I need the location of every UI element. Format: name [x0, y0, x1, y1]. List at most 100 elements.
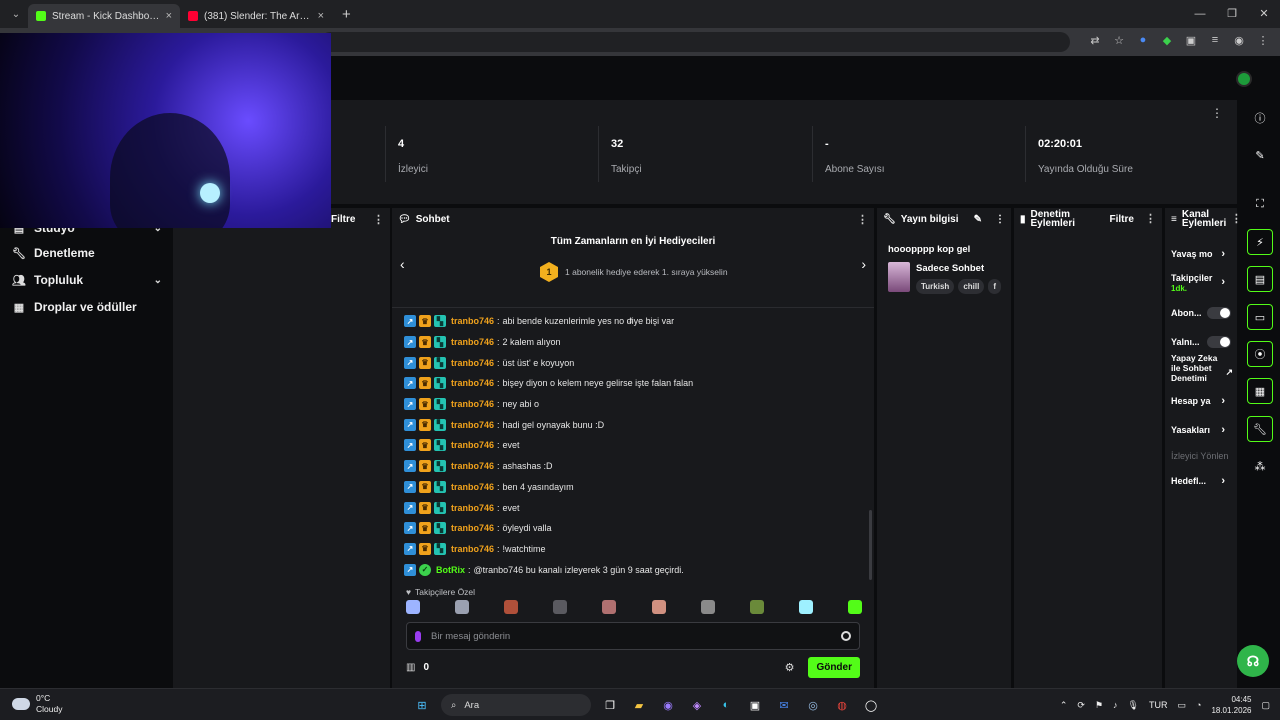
gear-icon[interactable]: ⚙: [785, 661, 795, 674]
stats-menu-icon[interactable]: ⋮: [1211, 106, 1223, 120]
chat-username[interactable]: tranbo746: [451, 399, 494, 409]
extensions-puzzle-icon[interactable]: ▣: [1184, 33, 1198, 47]
volume-icon[interactable]: ♪: [1113, 700, 1118, 710]
emote-icon[interactable]: [651, 600, 666, 614]
emote-icon[interactable]: [749, 600, 764, 614]
emote-icon[interactable]: [602, 600, 617, 614]
layout-icon[interactable]: ▦: [1247, 378, 1273, 404]
chat-username[interactable]: tranbo746: [451, 523, 494, 533]
file-explorer-icon[interactable]: ▰: [629, 695, 649, 715]
wrench-icon[interactable]: 🔧︎: [1247, 416, 1273, 442]
windows-start-icon[interactable]: ⊞: [412, 695, 432, 715]
panel-menu-icon[interactable]: ⋮: [1145, 213, 1156, 224]
chat-scrollbar[interactable]: [869, 510, 872, 580]
reading-list-icon[interactable]: ≡: [1208, 33, 1222, 47]
address-field[interactable]: [320, 32, 1070, 52]
tab-youtube[interactable]: (381) Slender: The Arrival - İlk K ×: [180, 4, 332, 28]
bookmark-star-icon[interactable]: ☆: [1112, 33, 1126, 47]
toggle-switch[interactable]: [1207, 307, 1231, 319]
emote-icon[interactable]: [455, 600, 470, 614]
obs-icon[interactable]: ◯: [861, 695, 881, 715]
chat-username[interactable]: tranbo746: [451, 420, 494, 430]
chat-username[interactable]: tranbo746: [451, 482, 494, 492]
chat-username[interactable]: tranbo746: [451, 337, 494, 347]
edge-icon[interactable]: ◐: [716, 695, 736, 715]
language-indicator[interactable]: TUR: [1149, 700, 1168, 710]
tab-search-icon[interactable]: ⌄: [4, 4, 28, 24]
clock[interactable]: 04:45 18.01.2026: [1211, 694, 1251, 716]
action-bans[interactable]: Yasakları ›: [1171, 425, 1233, 436]
extension-blue-icon[interactable]: ●: [1136, 33, 1150, 47]
tab-close-icon[interactable]: ×: [318, 10, 324, 22]
edit-pencil-icon[interactable]: ✎: [974, 214, 982, 225]
sync-icon[interactable]: ⟳: [1077, 700, 1085, 711]
action-subscribers-only[interactable]: Abon...: [1171, 307, 1233, 319]
store-icon[interactable]: ▣: [745, 695, 765, 715]
browser-menu-icon[interactable]: ⋮: [1256, 33, 1270, 47]
chrome-icon[interactable]: ◍: [832, 695, 852, 715]
tab-kick-dashboard[interactable]: Stream - Kick Dashboard ×: [28, 4, 180, 28]
nav-moderation[interactable]: 🔧︎ Denetleme: [12, 246, 162, 260]
extension-shield-icon[interactable]: ◆: [1160, 33, 1174, 47]
chat-username[interactable]: tranbo746: [451, 461, 494, 471]
profile-avatar-icon[interactable]: ◉: [1232, 33, 1246, 47]
action-slow-mode[interactable]: Yavaş mo ›: [1171, 249, 1233, 260]
chat-input-placeholder[interactable]: Bir mesaj gönderin: [431, 631, 831, 642]
chat-bubble-icon[interactable]: ▭: [1247, 304, 1273, 330]
chat-username[interactable]: BotRix: [436, 565, 465, 575]
mic-icon[interactable]: [415, 630, 421, 642]
action-targets[interactable]: Hedefl... ›: [1171, 476, 1233, 487]
emote-icon[interactable]: [700, 600, 715, 614]
discord-icon[interactable]: ◉: [658, 695, 678, 715]
chat-input-box[interactable]: Bir mesaj gönderin: [406, 622, 860, 650]
maximize-button[interactable]: ❐: [1216, 0, 1248, 28]
close-window-button[interactable]: ✕: [1248, 0, 1280, 28]
lightning-icon[interactable]: ⚡︎: [1247, 229, 1273, 255]
network-icon[interactable]: ⚑: [1095, 700, 1103, 711]
more-widgets-icon[interactable]: ⁂: [1247, 453, 1273, 479]
emote-icon[interactable]: [847, 600, 862, 614]
chat-username[interactable]: tranbo746: [451, 503, 494, 513]
fullscreen-icon[interactable]: ⛶: [1247, 191, 1273, 217]
app-icon[interactable]: ◈: [687, 695, 707, 715]
notification-icon[interactable]: ▢: [1261, 700, 1270, 711]
chevron-left-icon[interactable]: ‹: [400, 256, 405, 272]
taskbar-search[interactable]: ⌕ Ara: [441, 694, 591, 716]
nav-community[interactable]: 👥︎ Topluluk ⌄: [12, 273, 162, 287]
emoji-icon[interactable]: [841, 631, 851, 641]
chat-username[interactable]: tranbo746: [451, 440, 494, 450]
store-icon[interactable]: ▥: [406, 662, 415, 673]
task-view-icon[interactable]: ❐: [600, 695, 620, 715]
weather-widget[interactable]: 0°C Cloudy: [12, 693, 62, 715]
chat-username[interactable]: tranbo746: [451, 316, 494, 326]
panel-menu-icon[interactable]: ⋮: [995, 214, 1005, 225]
emote-icon[interactable]: [798, 600, 813, 614]
send-button[interactable]: Gönder: [808, 656, 860, 678]
chevron-up-icon[interactable]: ⌃: [1060, 700, 1068, 711]
emote-icon[interactable]: [406, 600, 420, 614]
display-icon[interactable]: ▭: [1177, 700, 1186, 711]
document-icon[interactable]: ▤: [1247, 266, 1273, 292]
support-headset-icon[interactable]: ☊: [1237, 645, 1269, 677]
new-tab-button[interactable]: +: [342, 6, 351, 23]
panel-menu-icon[interactable]: ⋮: [373, 213, 384, 226]
translate-icon[interactable]: ⇄: [1088, 33, 1102, 47]
chat-username[interactable]: tranbo746: [451, 378, 494, 388]
tab-close-icon[interactable]: ×: [166, 10, 172, 22]
minimize-button[interactable]: —: [1184, 0, 1216, 28]
speaker-icon[interactable]: ◔: [1196, 700, 1201, 710]
filter-button[interactable]: Filtre: [1110, 214, 1134, 224]
broadcast-icon[interactable]: ⦿: [1247, 341, 1273, 367]
panel-menu-icon[interactable]: ⋮: [857, 213, 868, 226]
toggle-switch[interactable]: [1207, 336, 1231, 348]
steam-icon[interactable]: ◎: [803, 695, 823, 715]
chat-username[interactable]: tranbo746: [451, 358, 494, 368]
action-followers-only[interactable]: Takipçiler 1dk. ›: [1171, 273, 1233, 294]
chat-username[interactable]: tranbo746: [451, 544, 494, 554]
action-emote-only[interactable]: Yalnı...: [1171, 336, 1233, 348]
mic-icon[interactable]: 🎙︎: [1128, 700, 1139, 711]
user-avatar[interactable]: [1236, 71, 1252, 87]
edit-pencil-icon[interactable]: ✎: [1247, 142, 1273, 168]
action-ai-moderation[interactable]: Yapay Zeka ile Sohbet Denetimi ↗: [1171, 353, 1233, 383]
action-account-age[interactable]: Hesap ya ›: [1171, 396, 1233, 407]
